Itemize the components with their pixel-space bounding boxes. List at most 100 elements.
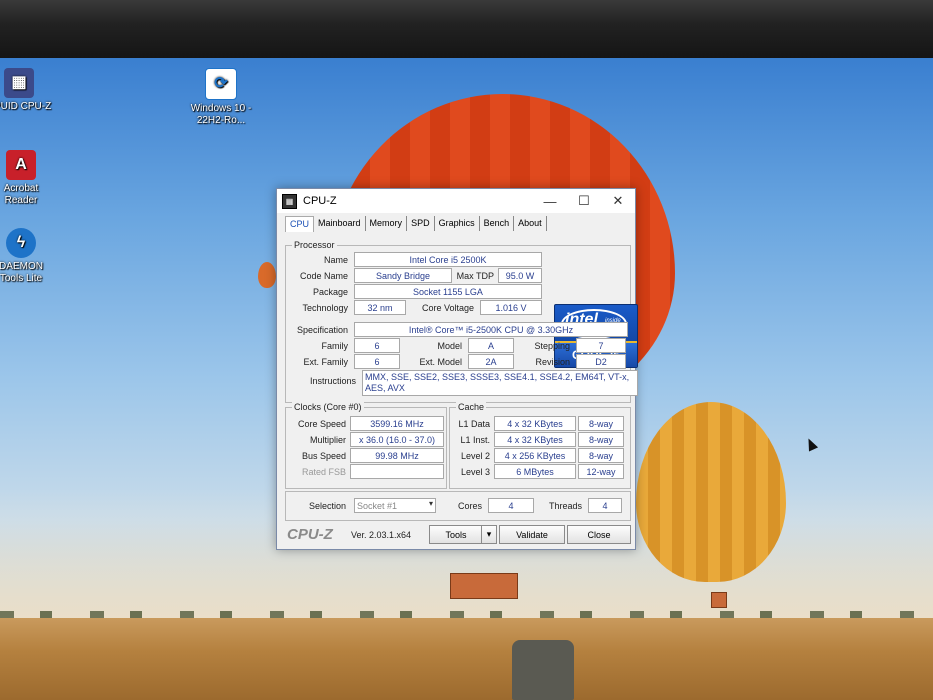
threads-value: 4: [588, 498, 622, 513]
stepping-label: Stepping: [534, 341, 570, 351]
tools-button[interactable]: Tools: [429, 525, 483, 544]
revision-value: D2: [576, 354, 626, 369]
specification-value: Intel® Core™ i5-2500K CPU @ 3.30GHz: [354, 322, 628, 337]
cache-label: Level 2: [460, 451, 490, 461]
desktop-icon-cpuz[interactable]: ▦ CPUID CPU-Z: [0, 68, 52, 113]
tab-mainboard[interactable]: Mainboard: [314, 216, 366, 231]
tdp-value: 95.0 W: [498, 268, 542, 283]
minimize-button[interactable]: —: [533, 189, 567, 213]
acrobat-icon: A: [6, 150, 36, 180]
footer-bar: CPU-Z Ver. 2.03.1.x64 Tools ▾ Validate C…: [277, 523, 635, 545]
desktop-icon-label: Acrobat Reader: [3, 183, 39, 206]
tab-cpu[interactable]: CPU: [285, 216, 315, 232]
rated-fsb-label: Rated FSB: [301, 467, 346, 477]
tab-bar: CPU Mainboard Memory SPD Graphics Bench …: [277, 213, 635, 232]
threads-label: Threads: [548, 501, 582, 511]
clocks-group: Clocks (Core #0) Core Speed 3599.16 MHz …: [285, 402, 447, 489]
cores-label: Cores: [457, 501, 482, 511]
cache-size: 4 x 32 KBytes: [494, 416, 576, 431]
technology-label: Technology: [302, 303, 348, 313]
selection-group: Selection Socket #1 ▾ Cores 4 Threads 4: [285, 491, 631, 521]
group-title: Cache: [456, 402, 487, 412]
windows-installer-icon: ⟳: [205, 68, 237, 100]
revision-label: Revision: [535, 357, 570, 367]
tab-memory[interactable]: Memory: [366, 216, 408, 231]
model-label: Model: [437, 341, 462, 351]
cache-label: Level 3: [460, 467, 490, 477]
tab-about[interactable]: About: [514, 216, 547, 231]
cache-size: 4 x 256 KBytes: [494, 448, 576, 463]
desktop-icon-label: Windows 10 - 22H2-Ro...: [190, 103, 252, 126]
yellow-balloon: [636, 402, 786, 582]
close-button[interactable]: Close: [567, 525, 631, 544]
bus-speed-value: 99.98 MHz: [350, 448, 444, 463]
balloon-basket: [450, 573, 518, 599]
mouse-cursor-icon: [803, 436, 819, 452]
cache-size: 4 x 32 KBytes: [494, 432, 576, 447]
ext-family-label: Ext. Family: [303, 357, 348, 367]
cache-size: 6 MBytes: [494, 464, 576, 479]
bus-speed-label: Bus Speed: [301, 451, 346, 461]
core-voltage-label: Core Voltage: [421, 303, 474, 313]
desktop: ▦ CPUID CPU-Z A Acrobat Reader ϟ DAEMON …: [0, 58, 933, 700]
ext-model-label: Ext. Model: [419, 357, 462, 367]
small-balloon: [258, 262, 276, 288]
processor-group: Processor Name Intel Core i5 2500K Code …: [285, 240, 638, 403]
validate-button[interactable]: Validate: [499, 525, 565, 544]
cache-way: 8-way: [578, 416, 624, 431]
title-bar[interactable]: ▦ CPU-Z — ☐ ✕: [277, 189, 635, 213]
desktop-icon-daemon-tools[interactable]: ϟ DAEMON Tools Lite: [0, 228, 54, 285]
package-label: Package: [312, 287, 348, 297]
selection-label: Selection: [308, 501, 346, 511]
tools-dropdown-button[interactable]: ▾: [481, 525, 497, 544]
cpuz-icon: ▦: [4, 68, 34, 98]
cache-way: 8-way: [578, 448, 624, 463]
codename-label: Code Name: [299, 271, 348, 281]
cache-label: L1 Inst.: [460, 435, 490, 445]
codename-value: Sandy Bridge: [354, 268, 452, 283]
multiplier-label: Multiplier: [309, 435, 346, 445]
desktop-icon-label: DAEMON Tools Lite: [0, 261, 43, 284]
cache-label: L1 Data: [458, 419, 490, 429]
cpuz-window: ▦ CPU-Z — ☐ ✕ CPU Mainboard Memory SPD G…: [276, 188, 638, 550]
stepping-value: 7: [576, 338, 626, 353]
tab-bench[interactable]: Bench: [480, 216, 515, 231]
cpuz-app-icon: ▦: [282, 193, 297, 209]
ext-model-value: 2A: [468, 354, 514, 369]
ext-family-value: 6: [354, 354, 400, 369]
tab-spd[interactable]: SPD: [407, 216, 435, 231]
jeep: [512, 640, 574, 700]
cpuz-logo: CPU-Z: [287, 526, 333, 543]
savanna-ground: [0, 618, 933, 700]
multiplier-value: x 36.0 (16.0 - 37.0): [350, 432, 444, 447]
monitor-bezel: [0, 0, 933, 58]
core-voltage-value: 1.016 V: [480, 300, 542, 315]
socket-select-value: Socket #1: [357, 500, 398, 511]
group-title: Processor: [292, 240, 337, 250]
version-text: Ver. 2.03.1.x64: [351, 530, 412, 540]
specification-label: Specification: [296, 325, 348, 335]
core-speed-value: 3599.16 MHz: [350, 416, 444, 431]
desktop-icon-label: CPUID CPU-Z: [0, 101, 52, 112]
socket-select[interactable]: Socket #1 ▾: [354, 498, 436, 513]
desktop-icon-acrobat[interactable]: A Acrobat Reader: [0, 150, 54, 207]
technology-value: 32 nm: [354, 300, 406, 315]
cache-way: 12-way: [578, 464, 624, 479]
core-speed-label: Core Speed: [297, 419, 346, 429]
balloon-basket: [711, 592, 727, 608]
chevron-down-icon: ▾: [486, 529, 492, 539]
group-title: Clocks (Core #0): [292, 402, 364, 412]
name-value: Intel Core i5 2500K: [354, 252, 542, 267]
chevron-down-icon: ▾: [428, 499, 433, 508]
cache-way: 8-way: [578, 432, 624, 447]
window-title: CPU-Z: [303, 195, 337, 207]
model-value: A: [468, 338, 514, 353]
desktop-icon-windows-installer[interactable]: ⟳ Windows 10 - 22H2-Ro...: [188, 68, 254, 127]
family-label: Family: [321, 341, 349, 351]
close-window-button[interactable]: ✕: [601, 189, 635, 213]
name-label: Name: [323, 255, 348, 265]
tdp-label: Max TDP: [456, 271, 494, 281]
tab-graphics[interactable]: Graphics: [435, 216, 480, 231]
maximize-button[interactable]: ☐: [567, 189, 601, 213]
cores-value: 4: [488, 498, 534, 513]
